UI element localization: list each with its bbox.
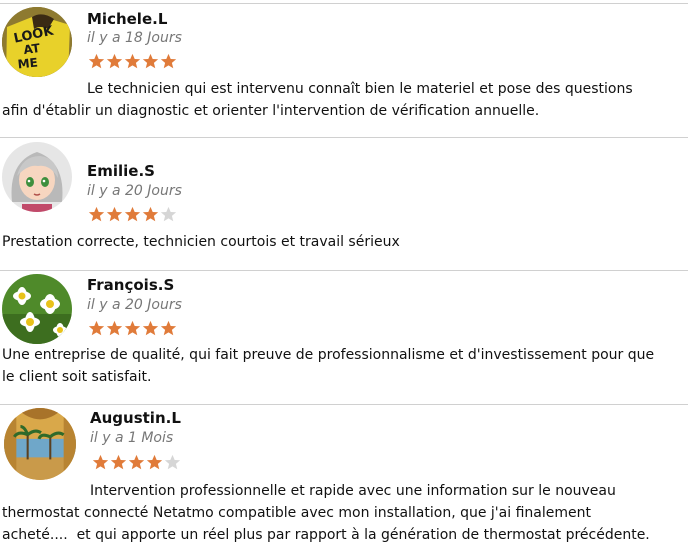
anime-girl-avatar-icon	[2, 142, 72, 212]
reviewer-name: Emilie.S	[87, 162, 155, 180]
palm-tree-terrace-painting-icon	[4, 408, 76, 480]
review-date: il y a 20 Jours	[87, 297, 182, 313]
svg-text:ME: ME	[17, 55, 38, 71]
review-item: François.S il y a 20 Jours Une entrepris…	[0, 270, 688, 404]
review-text-line: Une entreprise de qualité, qui fait preu…	[2, 347, 655, 363]
review-date: il y a 18 Jours	[87, 30, 182, 46]
star-filled-icon	[146, 454, 163, 470]
star-filled-icon	[106, 206, 123, 222]
star-filled-icon	[160, 320, 177, 336]
svg-text:AT: AT	[23, 41, 42, 57]
review-date: il y a 20 Jours	[87, 183, 182, 199]
star-filled-icon	[106, 320, 123, 336]
review-text: Le technicien qui est intervenu connaît …	[2, 78, 686, 122]
star-filled-icon	[106, 53, 123, 69]
star-filled-icon	[124, 320, 141, 336]
star-filled-icon	[124, 53, 141, 69]
star-rating	[92, 454, 181, 472]
star-filled-icon	[128, 454, 145, 470]
review-text-line: Le technicien qui est intervenu connaît …	[87, 81, 633, 97]
look-at-me-shirt-photo-icon: LOOK AT ME	[2, 7, 72, 77]
avatar	[2, 274, 72, 344]
star-empty-icon	[160, 206, 177, 222]
star-filled-icon	[124, 206, 141, 222]
review-text-line: Prestation correcte, technicien courtois…	[2, 234, 400, 250]
star-filled-icon	[88, 206, 105, 222]
star-filled-icon	[142, 206, 159, 222]
daisy-flowers-photo-icon	[2, 274, 72, 344]
review-date: il y a 1 Mois	[90, 430, 174, 446]
review-text: Une entreprise de qualité, qui fait preu…	[2, 344, 686, 388]
star-filled-icon	[92, 454, 109, 470]
avatar	[2, 142, 72, 212]
star-rating	[88, 206, 177, 224]
review-text-line: Intervention professionnelle et rapide a…	[90, 483, 616, 499]
review-text: Intervention professionnelle et rapide a…	[2, 480, 686, 546]
review-text-line: le client soit satisfait.	[2, 369, 152, 385]
star-rating	[88, 53, 177, 71]
reviewer-name: Michele.L	[87, 10, 168, 28]
review-text: Prestation correcte, technicien courtois…	[2, 231, 686, 253]
star-filled-icon	[160, 53, 177, 69]
review-text-line: acheté.... et qui apporte un réel plus p…	[2, 527, 650, 543]
avatar: LOOK AT ME	[2, 7, 72, 77]
avatar	[4, 408, 76, 480]
star-filled-icon	[88, 53, 105, 69]
star-filled-icon	[142, 53, 159, 69]
review-item: Emilie.S il y a 20 Jours Prestation corr…	[0, 137, 688, 269]
star-rating	[88, 320, 177, 338]
review-item: Augustin.L il y a 1 Mois Intervention pr…	[0, 404, 688, 556]
reviewer-name: Augustin.L	[90, 409, 181, 427]
review-text-line: thermostat connecté Netatmo compatible a…	[2, 505, 591, 521]
star-empty-icon	[164, 454, 181, 470]
reviewer-name: François.S	[87, 276, 175, 294]
star-filled-icon	[110, 454, 127, 470]
star-filled-icon	[88, 320, 105, 336]
star-filled-icon	[142, 320, 159, 336]
review-text-line: afin d'établir un diagnostic et orienter…	[2, 103, 540, 119]
review-item: LOOK AT ME Michele.L il y a 18 Jours Le …	[0, 0, 688, 135]
